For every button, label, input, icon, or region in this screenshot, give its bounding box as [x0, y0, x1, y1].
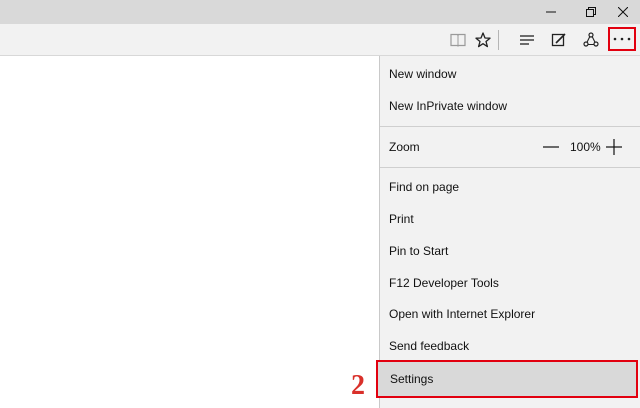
- more-actions-menu: New window New InPrivate window Zoom 100…: [379, 56, 640, 408]
- menu-divider: [380, 167, 640, 168]
- menu-item-label: F12 Developer Tools: [389, 276, 499, 290]
- step-2-marker: 2: [351, 370, 365, 401]
- favorite-star-icon: [475, 32, 491, 48]
- zoom-out-button[interactable]: [541, 137, 561, 157]
- share-button[interactable]: [578, 28, 604, 52]
- menu-item-settings[interactable]: Settings: [376, 360, 638, 398]
- menu-item-label: Send feedback: [389, 339, 470, 353]
- menu-item-label: New InPrivate window: [389, 99, 508, 113]
- hub-button[interactable]: [514, 28, 540, 52]
- browser-toolbar: [0, 24, 640, 56]
- menu-item-label: New window: [389, 67, 457, 81]
- menu-item-find-on-page[interactable]: Find on page: [380, 172, 640, 202]
- web-note-button[interactable]: [546, 28, 572, 52]
- more-actions-button[interactable]: [608, 27, 636, 51]
- toolbar-separator: [498, 30, 499, 50]
- zoom-level: 100%: [570, 140, 601, 154]
- menu-item-new-window[interactable]: New window: [380, 59, 640, 89]
- menu-item-label: Find on page: [389, 180, 460, 194]
- more-actions-icon: [613, 37, 631, 41]
- menu-item-zoom: Zoom 100%: [380, 132, 640, 162]
- close-icon: [618, 7, 628, 17]
- minimize-icon: [546, 11, 556, 13]
- menu-item-print[interactable]: Print: [380, 204, 640, 234]
- menu-item-new-inprivate-window[interactable]: New InPrivate window: [380, 91, 640, 121]
- menu-item-label: Print: [389, 212, 414, 226]
- plus-icon: [606, 139, 622, 155]
- zoom-in-button[interactable]: [604, 137, 624, 157]
- menu-item-label: Open with Internet Explorer: [389, 307, 536, 321]
- menu-item-label: Pin to Start: [389, 244, 449, 258]
- menu-item-pin-to-start[interactable]: Pin to Start: [380, 236, 640, 266]
- menu-item-open-with-ie[interactable]: Open with Internet Explorer: [380, 299, 640, 329]
- web-note-icon: [551, 33, 566, 47]
- minus-icon: [543, 146, 559, 148]
- menu-item-developer-tools[interactable]: F12 Developer Tools: [380, 268, 640, 298]
- menu-item-label: Settings: [390, 372, 434, 386]
- title-bar: [0, 0, 640, 24]
- favorites-button[interactable]: [470, 28, 496, 52]
- close-button[interactable]: [600, 0, 640, 24]
- zoom-label: Zoom: [389, 140, 420, 154]
- menu-item-send-feedback[interactable]: Send feedback: [380, 331, 640, 361]
- share-icon: [583, 32, 599, 47]
- menu-divider: [380, 126, 640, 127]
- hub-icon: [520, 35, 534, 45]
- restore-icon: [586, 7, 596, 17]
- reading-view-button[interactable]: [445, 28, 471, 52]
- reading-view-icon: [450, 33, 466, 47]
